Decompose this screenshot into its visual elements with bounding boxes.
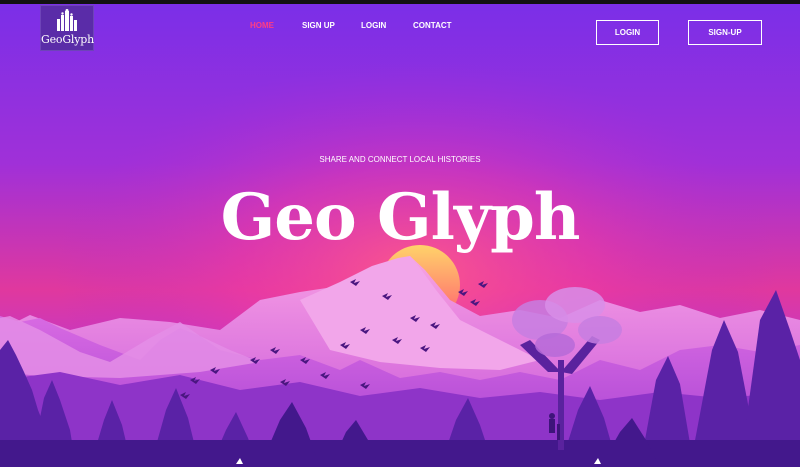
hero-title: Geo Glyph (220, 180, 581, 255)
nav-login[interactable]: LOGIN (361, 21, 386, 30)
landing-page: GeoGlyph HOME SIGN UP LOGIN CONTACT LOGI… (0, 0, 800, 467)
hero-tagline: SHARE AND CONNECT LOCAL HISTORIES (319, 155, 481, 164)
brand-logo[interactable]: GeoGlyph (40, 5, 94, 51)
login-button[interactable]: LOGIN (596, 20, 659, 45)
nav-sign-up[interactable]: SIGN UP (302, 21, 335, 30)
city-skyline-icon (57, 9, 77, 31)
nav-contact[interactable]: CONTACT (413, 21, 452, 30)
nav-home[interactable]: HOME (250, 21, 274, 30)
window-top-strip (0, 0, 800, 4)
logo-text: GeoGlyph (41, 33, 94, 46)
signup-button[interactable]: SIGN-UP (688, 20, 762, 45)
